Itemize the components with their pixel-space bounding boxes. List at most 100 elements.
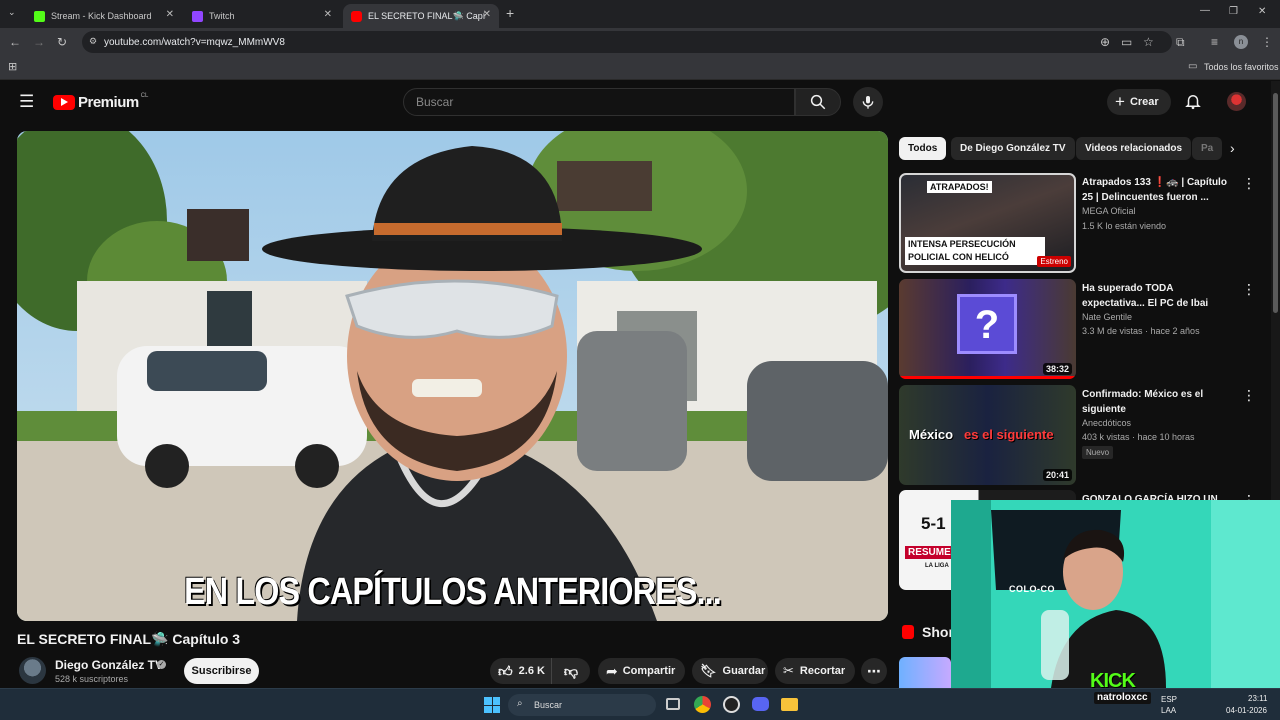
bookmarks-folder-label[interactable]: Todos los favoritos [1204, 62, 1279, 72]
profile-avatar[interactable]: n [1234, 35, 1248, 49]
list-item[interactable]: ATRAPADOS! INTENSA PERSECUCIÓN POLICIAL … [899, 173, 1259, 273]
chip-all[interactable]: Todos [899, 137, 947, 160]
rec-title[interactable]: Ha superado TODA expectativa... El PC de… [1082, 281, 1227, 311]
forward-icon[interactable]: → [33, 36, 45, 48]
video-thumbnail[interactable]: ATRAPADOS! INTENSA PERSECUCIÓN POLICIAL … [899, 173, 1076, 273]
subscribe-button[interactable]: Suscribirse [184, 658, 259, 684]
bookmark-star-icon[interactable]: ☆ [1143, 36, 1154, 48]
minimize-icon[interactable]: — [1200, 6, 1210, 16]
list-item[interactable]: ? 38:32 Ha superado TODA expectativa... … [899, 279, 1259, 379]
create-label: Crear [1129, 96, 1159, 108]
chip-related[interactable]: Videos relacionados [1076, 137, 1192, 160]
create-button[interactable]: + Crear [1107, 89, 1171, 115]
windows-start-icon[interactable] [484, 697, 500, 713]
kick-favicon-icon [34, 10, 45, 22]
chip-partial[interactable]: Pa [1192, 137, 1222, 160]
thumbnail-label: RESUME [905, 546, 954, 559]
tab-youtube-video[interactable]: EL SECRETO FINAL🛸 Capítulo ✕ [343, 4, 499, 28]
logo-text: Premium [78, 93, 139, 111]
share-button[interactable]: ➦ Compartir [598, 658, 685, 684]
rec-title[interactable]: Confirmado: México es el siguiente [1082, 387, 1227, 417]
rec-channel[interactable]: Anecdóticos [1082, 418, 1131, 428]
question-box-icon: ? [957, 294, 1017, 354]
clock-time[interactable]: 23:11 [1248, 694, 1267, 703]
video-player[interactable]: EN LOS CAPÍTULOS ANTERIORES... [17, 131, 888, 621]
flag-text: COLO-CO [1009, 584, 1055, 594]
cast-icon[interactable]: ▭ [1121, 36, 1132, 48]
list-item[interactable]: México es el siguiente 20:41 Confirmado:… [899, 385, 1259, 485]
tab-search-icon[interactable]: ⌄ [8, 8, 16, 17]
more-options-icon[interactable]: ⋮ [1242, 175, 1256, 192]
rec-meta: 1.5 K lo están viendo [1082, 221, 1167, 231]
progress-bar [899, 376, 1076, 379]
apps-grid-icon[interactable]: ⊞ [8, 62, 17, 73]
account-avatar[interactable] [1227, 92, 1246, 111]
close-tab-icon[interactable]: ✕ [166, 9, 174, 20]
save-button[interactable]: 🔖︎ Guardar [692, 658, 768, 684]
video-thumbnail[interactable]: México es el siguiente 20:41 [899, 385, 1076, 485]
close-tab-icon[interactable]: ✕ [483, 9, 491, 20]
share-label: Compartir [622, 665, 676, 677]
close-tab-icon[interactable]: ✕ [324, 9, 332, 20]
tab-twitch[interactable]: Twitch ✕ [184, 4, 340, 28]
voice-search-button[interactable] [853, 87, 883, 117]
rec-channel[interactable]: MEGA Oficial [1082, 206, 1136, 216]
chrome-taskbar-icon[interactable] [694, 696, 711, 713]
tab-label: Twitch [209, 11, 235, 21]
dislike-button[interactable]: 👎︎ [552, 658, 590, 684]
thumbnail-headline: ATRAPADOS! [927, 181, 992, 193]
notifications-bell-icon[interactable] [1184, 92, 1202, 110]
logo-region: CL [140, 93, 149, 99]
reading-list-icon[interactable]: ≡ [1211, 36, 1218, 48]
verified-check-icon: ✓ [157, 660, 166, 669]
like-button[interactable]: 👍︎ 2.6 K [490, 658, 552, 684]
keyboard-language[interactable]: ESP [1161, 695, 1177, 704]
duration-badge: 38:32 [1042, 363, 1072, 375]
shorts-thumbnail[interactable] [899, 657, 951, 688]
extensions-icon[interactable]: ⧉ [1176, 36, 1185, 48]
shorts-section-title: Shor [922, 624, 954, 640]
youtube-logo[interactable]: Premium CL [53, 93, 148, 111]
channel-avatar[interactable] [19, 657, 46, 684]
maximize-icon[interactable]: ❐ [1229, 7, 1238, 17]
reload-icon[interactable]: ↻ [57, 36, 67, 48]
tab-kick-dashboard[interactable]: Stream - Kick Dashboard ✕ [26, 4, 182, 28]
subscribe-label: Suscribirse [191, 665, 252, 677]
channel-name[interactable]: Diego González TV [55, 658, 163, 672]
video-thumbnail[interactable]: ? 38:32 [899, 279, 1076, 379]
rec-channel[interactable]: Nate Gentile [1082, 312, 1132, 322]
search-input[interactable]: Buscar [403, 88, 795, 116]
task-view-icon[interactable] [666, 698, 680, 710]
premiere-badge-label: Estreno [1040, 257, 1068, 266]
search-button[interactable] [795, 88, 841, 116]
clock-date[interactable]: 04-01-2026 [1226, 706, 1267, 715]
more-options-icon[interactable]: ⋮ [1242, 387, 1256, 404]
rec-title[interactable]: Atrapados 133 ❗🚓 | Capítulo 25 | Delincu… [1082, 175, 1227, 205]
clip-label: Recortar [799, 665, 846, 677]
clip-button[interactable]: ✂ Recortar [775, 658, 855, 684]
taskbar-search-label: Buscar [534, 700, 563, 710]
new-tab-button[interactable]: + [506, 6, 514, 20]
youtube-header: ☰ Premium CL Buscar + Crear [0, 81, 1270, 121]
chevron-right-icon[interactable]: › [1230, 141, 1235, 155]
share-arrow-icon: ➦ [606, 662, 618, 679]
close-window-icon[interactable]: ✕ [1258, 7, 1266, 17]
chip-from-channel[interactable]: De Diego González TV [951, 137, 1075, 160]
browser-menu-icon[interactable]: ⋮ [1261, 36, 1273, 48]
file-explorer-icon[interactable] [781, 698, 798, 711]
zoom-icon[interactable]: ⊕ [1100, 36, 1110, 48]
tab-label: EL SECRETO FINAL🛸 Capítulo [368, 10, 486, 21]
video-title: EL SECRETO FINAL🛸 Capítulo 3 [17, 631, 241, 647]
back-icon[interactable]: ← [9, 36, 21, 48]
more-actions-button[interactable]: ⋯ [861, 658, 887, 684]
discord-taskbar-icon[interactable] [752, 697, 769, 711]
address-bar[interactable]: ⚙ youtube.com/watch?v=mqwz_MMmWV8 ⊕ ▭ ☆ [82, 31, 1172, 53]
obs-taskbar-icon[interactable] [723, 696, 740, 713]
site-info-icon[interactable]: ⚙ [89, 37, 97, 46]
like-dislike-group: 👍︎ 2.6 K 👎︎ [490, 658, 590, 684]
scrollbar-thumb[interactable] [1273, 93, 1278, 313]
hamburger-menu-icon[interactable]: ☰ [19, 93, 34, 110]
thumbnail-score: 5-1 [921, 514, 946, 533]
taskbar-search-input[interactable]: ⌕ Buscar [508, 694, 656, 716]
more-options-icon[interactable]: ⋮ [1242, 281, 1256, 298]
